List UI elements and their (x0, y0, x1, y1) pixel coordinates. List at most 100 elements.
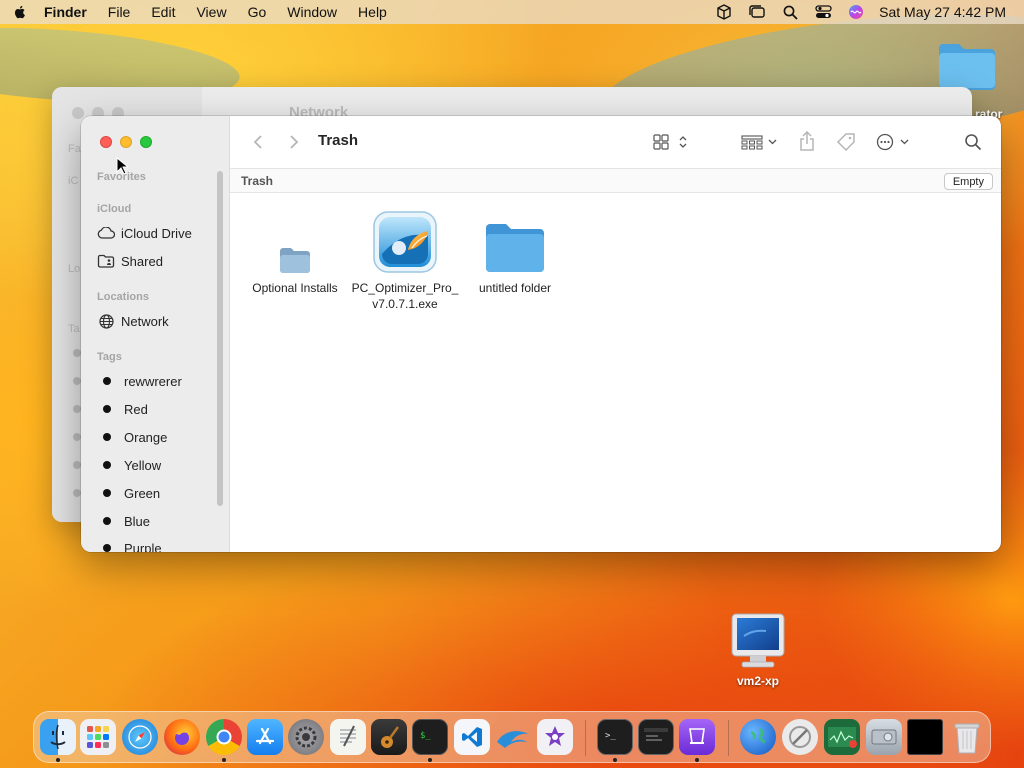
dock-network-utility-icon[interactable] (740, 719, 776, 755)
sidebar-item-label: iCloud Drive (121, 225, 192, 241)
dock-launchpad-icon[interactable] (80, 719, 116, 755)
spotlight-search-icon[interactable] (781, 4, 799, 20)
sidebar-tag-yellow[interactable]: Yellow (97, 454, 217, 476)
shared-folder-icon (97, 253, 115, 269)
box-status-icon[interactable] (715, 4, 733, 20)
dock-textedit-icon[interactable] (330, 719, 366, 755)
sidebar-tag-purple[interactable]: Purple (97, 537, 217, 552)
svg-text:$_: $_ (420, 731, 431, 741)
dock-terminal-icon-2[interactable]: >_ (597, 719, 633, 755)
dock-disk-utility-icon[interactable] (866, 719, 902, 755)
dock-activity-monitor-icon[interactable] (824, 719, 860, 755)
dock-running-indicator (56, 758, 60, 762)
more-actions-button[interactable] (876, 130, 914, 154)
tags-button[interactable] (835, 130, 857, 154)
sidebar-item-icloud-drive[interactable]: iCloud Drive (97, 222, 217, 244)
file-item-optional-installs[interactable]: Optional Installs (240, 206, 350, 296)
dock-running-indicator (695, 758, 699, 762)
dock-running-indicator (613, 758, 617, 762)
sidebar-section-tags[interactable]: Tags (97, 351, 122, 363)
file-item-untitled-folder[interactable]: untitled folder (460, 206, 570, 296)
sidebar-tag-rewwrerer[interactable]: rewwrerer (97, 370, 217, 392)
close-button[interactable] (100, 136, 112, 148)
tag-dot-icon (103, 405, 111, 413)
window-title: Trash (318, 132, 359, 149)
forward-button[interactable] (286, 130, 302, 154)
dock-directory-utility-icon[interactable] (782, 719, 818, 755)
menu-go[interactable]: Go (248, 4, 267, 20)
menu-file[interactable]: File (108, 4, 131, 20)
desktop-vm2-xp[interactable]: vm2-xp (718, 612, 798, 688)
dock-console-icon[interactable] (638, 719, 674, 755)
dock-chrome-icon[interactable] (206, 719, 242, 755)
apple-menu-icon[interactable] (12, 4, 28, 20)
cloud-icon (97, 225, 115, 241)
dock-imovie-icon[interactable] (537, 719, 573, 755)
sidebar-item-label: rewwrerer (124, 373, 182, 389)
sidebar-scrollbar[interactable] (217, 171, 223, 506)
file-name: PC_Optimizer_Pro_v7.0.7.1.exe (351, 281, 459, 311)
maximize-button[interactable] (140, 136, 152, 148)
dock-trash-icon[interactable] (949, 719, 985, 755)
monitor-icon (731, 613, 785, 668)
menubar-clock[interactable]: Sat May 27 4:42 PM (879, 4, 1006, 20)
globe-icon (97, 313, 115, 329)
sidebar-item-label: Shared (121, 253, 163, 269)
minimize-button[interactable] (120, 136, 132, 148)
dock-wireshark-icon[interactable] (495, 719, 531, 755)
dock-terminal-icon[interactable]: $_ (412, 719, 448, 755)
back-button[interactable] (250, 130, 266, 154)
dock-finder-icon[interactable] (40, 719, 76, 755)
file-grid: Optional Installs PC_Optimizer_Pro_v7.0.… (230, 194, 1001, 552)
sidebar-item-label: Network (121, 313, 169, 329)
bg-tag-dot (73, 377, 81, 385)
tag-dot-icon (103, 377, 111, 385)
menu-view[interactable]: View (196, 4, 226, 20)
dock-app-store-icon[interactable] (247, 719, 283, 755)
stage-manager-icon[interactable] (748, 4, 766, 20)
empty-trash-button[interactable]: Empty (943, 173, 993, 190)
folder-icon (939, 44, 995, 90)
dock-garageband-icon[interactable] (371, 719, 407, 755)
finder-toolbar: Trash (230, 116, 1001, 168)
menu-help[interactable]: Help (358, 4, 387, 20)
bg-sidebar-fragment: Fa (68, 143, 81, 155)
share-button[interactable] (796, 129, 818, 153)
menu-edit[interactable]: Edit (151, 4, 175, 20)
dock-running-indicator (222, 758, 226, 762)
sidebar-item-label: Orange (124, 429, 168, 445)
menu-window[interactable]: Window (287, 4, 337, 20)
search-button[interactable] (962, 130, 984, 154)
dock-vscode-icon[interactable] (454, 719, 490, 755)
bg-tag-dot (73, 461, 81, 469)
sidebar-item-shared[interactable]: Shared (97, 250, 217, 272)
sidebar-tag-orange[interactable]: Orange (97, 426, 217, 448)
bg-tag-dot (73, 349, 81, 357)
menu-app-finder[interactable]: Finder (44, 4, 87, 20)
bg-sidebar-fragment: Lo (68, 263, 81, 275)
sidebar-section-locations[interactable]: Locations (97, 291, 149, 303)
dock-simulator-icon[interactable] (679, 719, 715, 755)
finder-window[interactable]: Favorites iCloud iCloud Drive Shared Loc… (81, 116, 1001, 552)
sidebar-tag-green[interactable]: Green (97, 482, 217, 504)
sidebar-tag-blue[interactable]: Blue (97, 510, 217, 532)
siri-icon[interactable] (847, 4, 865, 20)
dock-safari-icon[interactable] (122, 719, 158, 755)
dock-system-settings-icon[interactable] (288, 719, 324, 755)
desktop-folder[interactable] (936, 40, 998, 92)
tag-dot-icon (103, 461, 111, 469)
file-item-pc-optimizer[interactable]: PC_Optimizer_Pro_v7.0.7.1.exe (350, 206, 460, 312)
dock-firefox-icon[interactable] (164, 719, 200, 755)
sidebar-item-label: Yellow (124, 457, 162, 473)
sidebar-item-network[interactable]: Network (97, 310, 217, 332)
group-button[interactable] (740, 130, 780, 154)
sidebar-tag-red[interactable]: Red (97, 398, 217, 420)
sidebar-section-icloud[interactable]: iCloud (97, 203, 131, 215)
mouse-cursor-icon (116, 157, 128, 175)
control-center-icon[interactable] (814, 4, 832, 20)
tag-dot-icon (103, 489, 111, 497)
dock-black-window-icon[interactable] (907, 719, 943, 755)
sidebar-item-label: Blue (124, 513, 151, 529)
sidebar-item-label: Green (124, 485, 161, 501)
view-mode-button[interactable] (652, 130, 692, 154)
